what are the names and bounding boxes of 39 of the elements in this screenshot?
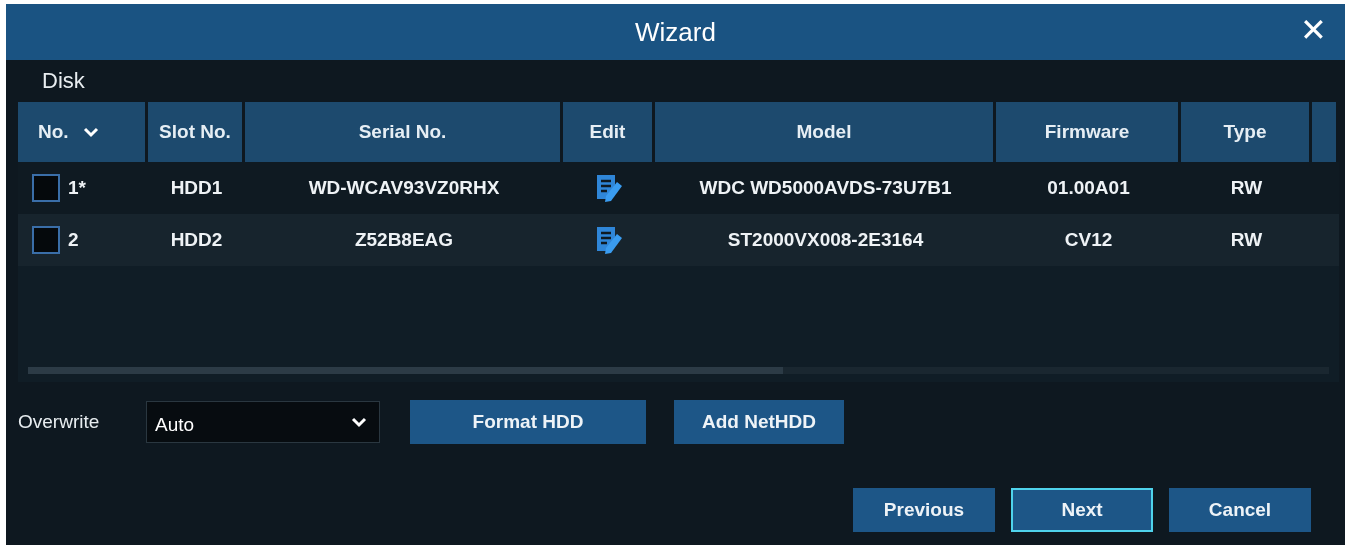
section-title: Disk bbox=[41, 67, 86, 95]
sort-chevron-icon bbox=[82, 126, 99, 138]
table-cell-text: RW bbox=[1229, 229, 1264, 251]
table-cell-text: CV12 bbox=[1063, 229, 1114, 251]
table-cell-text: 01.00A01 bbox=[1046, 177, 1131, 199]
edit-icon[interactable] bbox=[595, 225, 623, 255]
table-header-cell[interactable]: Type bbox=[1181, 102, 1312, 162]
edit-icon[interactable] bbox=[595, 173, 623, 203]
table-cell-text: WD-WCAV93VZ0RHX bbox=[307, 177, 501, 199]
table-cell-text: ST2000VX008-2E3164 bbox=[726, 229, 925, 251]
action-button[interactable]: Format HDD bbox=[410, 400, 646, 444]
table-cell-text: Z52B8EAG bbox=[353, 229, 455, 251]
table-header-cell[interactable]: Model bbox=[655, 102, 996, 162]
close-button[interactable]: ✕ bbox=[1296, 12, 1331, 48]
table-header-cell[interactable]: Slot No. bbox=[148, 102, 245, 162]
table-header-cell[interactable]: Edit bbox=[563, 102, 655, 162]
action-button[interactable]: Add NetHDD bbox=[674, 400, 844, 444]
overwrite-label: Overwrite bbox=[18, 411, 101, 433]
window-title: Wizard bbox=[635, 16, 716, 48]
footer-button[interactable]: Previous bbox=[853, 488, 995, 532]
scrollbar[interactable] bbox=[28, 367, 1329, 374]
checkbox[interactable] bbox=[32, 226, 60, 254]
footer-button[interactable]: Cancel bbox=[1169, 488, 1311, 532]
table-header-cell[interactable]: No. bbox=[18, 102, 148, 162]
table-cell-text: RW bbox=[1229, 177, 1264, 199]
table-row[interactable]: 1* HDD1 WD-WCAV93VZ0RHX WDC WD5000AVDS-73U7B1 01.00A01 RW bbox=[18, 162, 1339, 214]
dropdown-chevron-icon bbox=[351, 416, 367, 428]
table-row[interactable]: 2 HDD2 Z52B8EAG ST2000VX008-2E3164 CV12 RW bbox=[18, 214, 1339, 266]
checkbox[interactable] bbox=[32, 174, 60, 202]
table-header-cell bbox=[1312, 102, 1339, 162]
footer-button[interactable]: Next bbox=[1011, 488, 1153, 532]
table-header-cell[interactable]: Firmware bbox=[996, 102, 1181, 162]
table-cell-text: HDD1 bbox=[169, 177, 224, 199]
table-header-cell[interactable]: Serial No. bbox=[245, 102, 563, 162]
table-cell-text: WDC WD5000AVDS-73U7B1 bbox=[698, 177, 953, 199]
overwrite-dropdown[interactable]: Auto bbox=[146, 401, 380, 443]
table-cell: 2 bbox=[68, 229, 79, 251]
table-cell-text: HDD2 bbox=[169, 229, 224, 251]
table-cell: 1* bbox=[68, 177, 86, 199]
